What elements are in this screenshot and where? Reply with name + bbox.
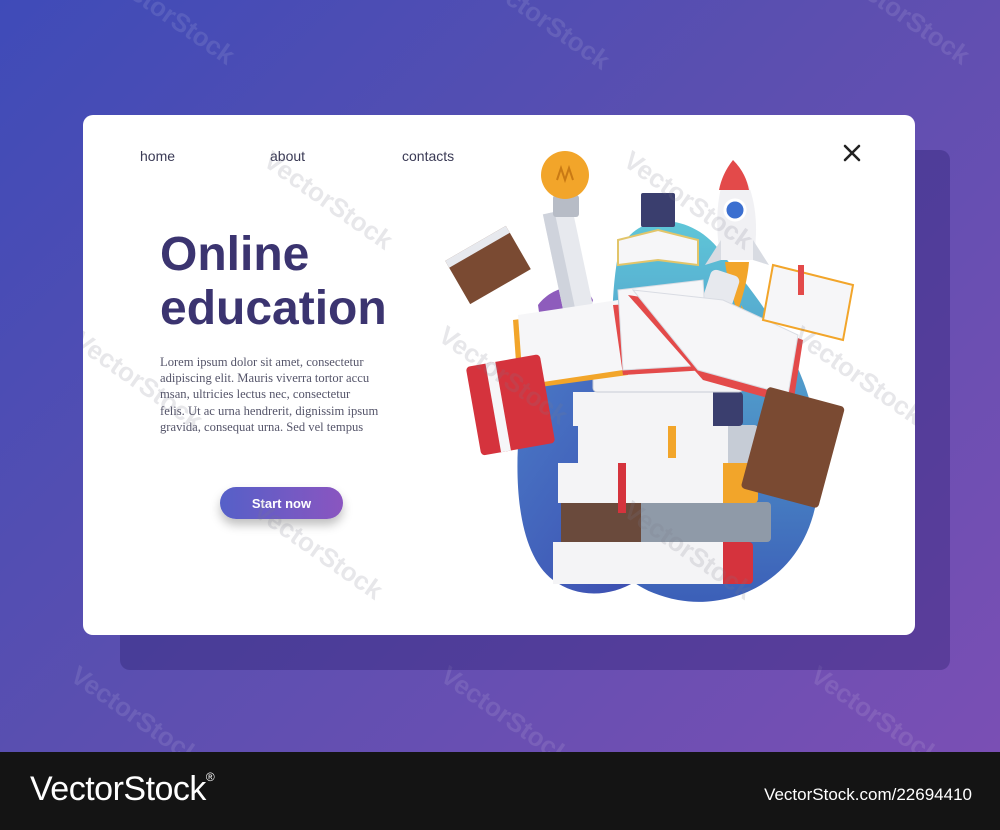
watermark: VectorStock	[475, 0, 616, 76]
footer-url: VectorStock.com/22694410	[764, 785, 972, 804]
watermark: VectorStock	[805, 659, 946, 752]
footer-bar: VectorStock® VectorStock.com/22694410	[0, 752, 1000, 830]
watermark: VectorStock	[435, 659, 576, 752]
title-line-1: Online	[160, 228, 310, 281]
footer-logo-text: VectorStock	[30, 770, 206, 808]
description-line: adipiscing elit. Mauris viverra tortor a…	[160, 371, 370, 386]
nav-home[interactable]: home	[140, 148, 175, 164]
title-line-2: education	[160, 282, 387, 335]
description-line: Lorem ipsum dolor sit amet, consectetur	[160, 355, 364, 369]
watermark: VectorStock	[835, 0, 976, 71]
watermark: VectorStock	[65, 659, 206, 752]
footer-logo: VectorStock®	[30, 770, 215, 809]
landing-card: home about contacts Online education Lor…	[83, 115, 915, 635]
registered-mark: ®	[205, 770, 215, 784]
page-title: Online education	[160, 228, 387, 336]
watermark: VectorStock	[100, 0, 241, 71]
